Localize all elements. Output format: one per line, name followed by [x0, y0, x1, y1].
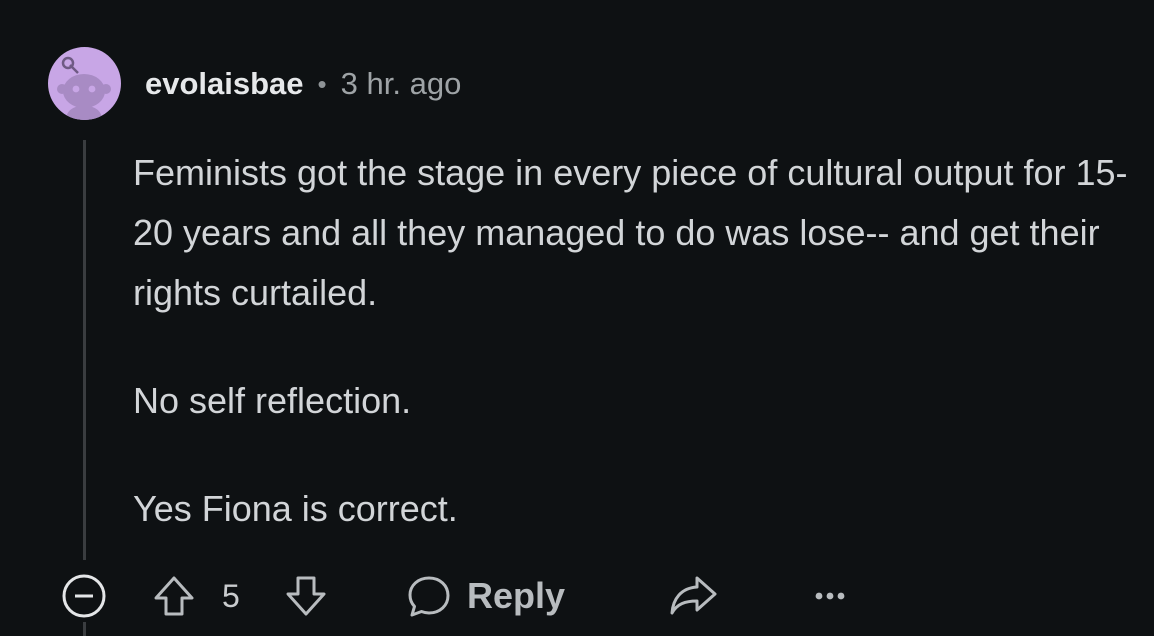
comment-paragraph: Feminists got the stage in every piece o… [133, 152, 1128, 313]
upvote-button[interactable] [148, 570, 200, 622]
upvote-icon [154, 576, 194, 616]
more-options-icon [815, 592, 845, 600]
downvote-icon [286, 576, 326, 616]
collapse-icon [62, 574, 106, 618]
downvote-button[interactable] [280, 570, 332, 622]
header-separator: • [317, 68, 327, 99]
comment-body: Feminists got the stage in every piece o… [133, 143, 1133, 539]
timestamp: 3 hr. ago [340, 66, 462, 101]
reply-bubble-icon [408, 576, 450, 617]
comment-header: evolaisbae • 3 hr. ago [145, 62, 461, 106]
comment-paragraph: No self reflection. [133, 380, 412, 421]
share-icon [670, 576, 717, 615]
reply-button[interactable]: Reply [405, 570, 565, 622]
thread-line[interactable] [83, 140, 86, 560]
share-button[interactable] [665, 570, 721, 622]
username[interactable]: evolaisbae [145, 66, 304, 102]
reply-label: Reply [467, 575, 566, 616]
avatar[interactable] [48, 47, 121, 120]
collapse-button[interactable] [60, 572, 108, 620]
comment-action-bar: 5 Reply [0, 566, 1154, 626]
comment-paragraph: Yes Fiona is correct. [133, 488, 458, 529]
vote-score: 5 [222, 577, 240, 614]
more-options-button[interactable] [808, 570, 852, 622]
snoo-avatar-icon [57, 56, 111, 120]
